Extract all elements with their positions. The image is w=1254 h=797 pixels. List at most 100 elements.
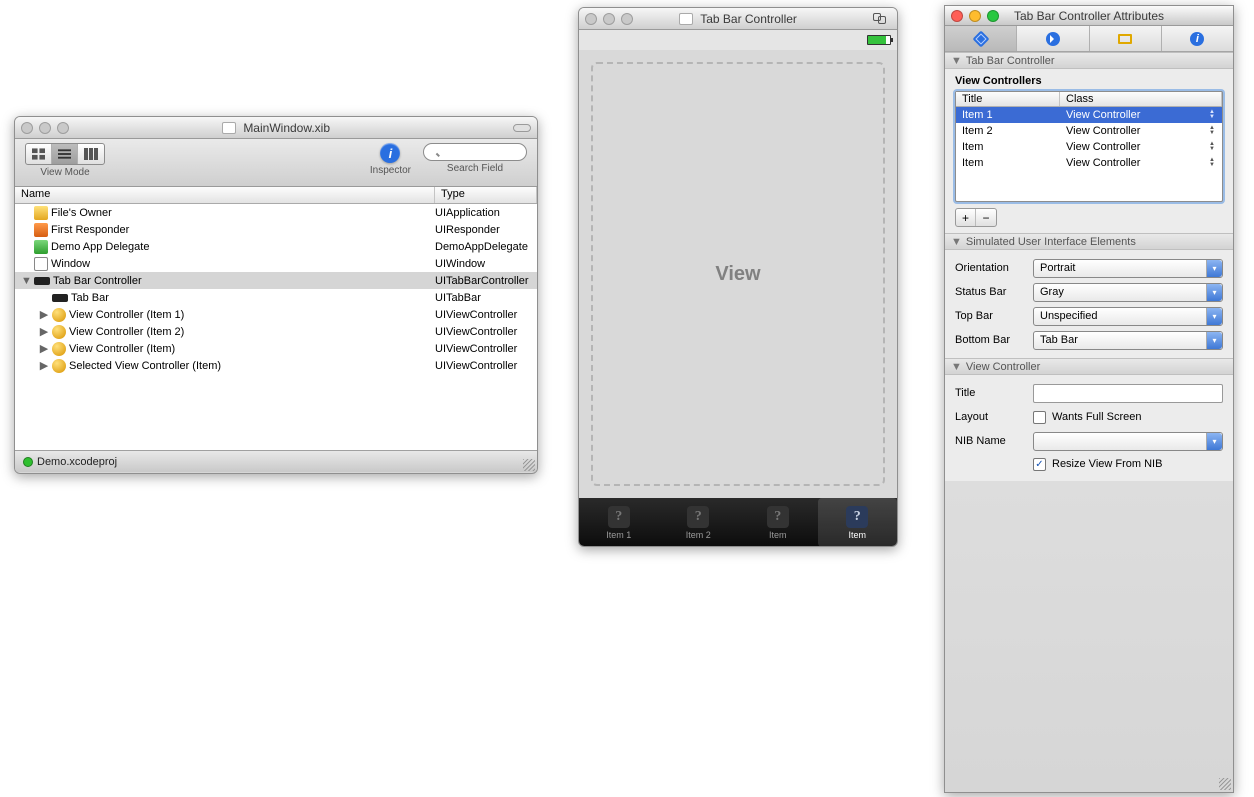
view-mode-icon-button[interactable] [26,144,52,164]
resize-grip[interactable] [523,459,535,471]
row-type: UITabBar [435,292,537,304]
view-mode-column-button[interactable] [78,144,104,164]
topbar-popup[interactable]: Unspecified▾ [1033,307,1223,326]
tab-icon: ? [846,506,868,528]
nib-name-combobox[interactable]: ▾ [1033,432,1223,451]
minimize-button[interactable] [39,122,51,134]
section-view-controller[interactable]: ▼ View Controller [945,358,1233,375]
outline-row[interactable]: ▶View Controller (Item 1)UIViewControlle… [15,306,537,323]
tab-identity[interactable]: i [1162,26,1233,51]
vc-table-row[interactable]: Item 1View Controller▲▼ [956,107,1222,123]
resize-grip[interactable] [1219,778,1231,790]
tab-item[interactable]: ?Item 1 [579,498,659,547]
close-button[interactable] [21,122,33,134]
inspector-button[interactable]: i [380,143,400,163]
outline-row[interactable]: ▶File's OwnerUIApplication [15,204,537,221]
vc-col-class[interactable]: Class [1060,92,1222,106]
project-status-icon [23,457,33,467]
orientation-popup[interactable]: Portrait▾ [1033,259,1223,278]
class-stepper[interactable]: ▲▼ [1206,142,1218,152]
outline-row[interactable]: ▶First ResponderUIResponder [15,221,537,238]
disclosure-triangle[interactable]: ▶ [39,325,49,338]
size-icon [1118,34,1132,44]
search-input[interactable] [423,143,527,161]
traffic-lights [21,122,69,134]
outline-row[interactable]: ▶View Controller (Item)UIViewController [15,340,537,357]
tab-icon: ? [767,506,789,528]
tab-bar: ?Item 1?Item 2?Item?Item [579,498,897,547]
view-mode-list-button[interactable] [52,144,78,164]
close-button[interactable] [951,10,963,22]
row-type: UITabBarController [435,275,537,287]
row-name: First Responder [51,224,129,236]
orientation-label: Orientation [955,262,1033,274]
canvas[interactable]: View [579,50,897,498]
vc-title-field[interactable] [1033,384,1223,403]
inspector-window: Tab Bar Controller Attributes i ▼ Tab Ba… [944,5,1234,793]
row-icon [52,342,66,356]
row-icon [52,359,66,373]
row-icon [34,277,50,285]
vc-col-title[interactable]: Title [956,92,1060,106]
outline-row[interactable]: ▼Tab Bar ControllerUITabBarController [15,272,537,289]
ios-status-bar [579,30,897,50]
outline-row[interactable]: ▶View Controller (Item 2)UIViewControlle… [15,323,537,340]
view-placeholder[interactable]: View [591,62,885,486]
class-stepper[interactable]: ▲▼ [1206,110,1218,120]
class-stepper[interactable]: ▲▼ [1206,126,1218,136]
document-proxy-icon [679,13,693,25]
titlebar[interactable]: Tab Bar Controller Attributes [945,6,1233,26]
vc-nib-label: NIB Name [955,435,1033,447]
tab-label: Item 2 [686,530,711,540]
view-mode-label: View Mode [40,167,89,178]
tab-size[interactable] [1090,26,1162,51]
disclosure-triangle[interactable]: ▶ [39,342,49,355]
minimize-button[interactable] [603,13,615,25]
statusbar-label: Status Bar [955,286,1033,298]
titlebar[interactable]: Tab Bar Controller [579,8,897,30]
outline-view[interactable]: ▶File's OwnerUIApplication▶First Respond… [15,204,537,450]
tab-item[interactable]: ?Item [738,498,818,547]
bottombar-label: Bottom Bar [955,334,1033,346]
toolbar-toggle-pill[interactable] [513,124,531,132]
row-type: UIViewController [435,343,537,355]
column-type-header[interactable]: Type [435,187,537,203]
titlebar[interactable]: MainWindow.xib [15,117,537,139]
remove-button[interactable]: − [976,209,996,226]
close-button[interactable] [585,13,597,25]
disclosure-icon: ▼ [951,55,962,67]
outline-row[interactable]: ▶Selected View Controller (Item)UIViewCo… [15,357,537,374]
vc-table-row[interactable]: Item 2View Controller▲▼ [956,123,1222,139]
minimize-button[interactable] [969,10,981,22]
tab-label: Item 1 [606,530,631,540]
tab-item[interactable]: ?Item 2 [659,498,739,547]
zoom-button[interactable] [621,13,633,25]
outline-row[interactable]: ▶Demo App DelegateDemoAppDelegate [15,238,537,255]
disclosure-triangle[interactable]: ▼ [21,275,31,287]
tab-item[interactable]: ?Item [818,498,898,547]
vc-table-row[interactable]: ItemView Controller▲▼ [956,139,1222,155]
tab-connections[interactable] [1017,26,1089,51]
view-mode-group: View Mode [25,143,105,178]
disclosure-triangle[interactable]: ▶ [39,359,49,372]
tab-attributes[interactable] [945,26,1017,51]
outline-row[interactable]: ▶WindowUIWindow [15,255,537,272]
vc-row-class: View Controller [1060,125,1206,137]
disclosure-triangle[interactable]: ▶ [39,308,49,321]
section-tab-bar-controller[interactable]: ▼ Tab Bar Controller [945,52,1233,69]
statusbar-popup[interactable]: Gray▾ [1033,283,1223,302]
connections-icon [1046,32,1060,46]
zoom-button[interactable] [987,10,999,22]
link-icon[interactable] [873,13,887,23]
class-stepper[interactable]: ▲▼ [1206,158,1218,168]
wants-full-screen-checkbox[interactable] [1033,411,1046,424]
section-simulated-ui[interactable]: ▼ Simulated User Interface Elements [945,233,1233,250]
column-name-header[interactable]: Name [15,187,435,203]
outline-row[interactable]: ▶Tab BarUITabBar [15,289,537,306]
bottombar-popup[interactable]: Tab Bar▾ [1033,331,1223,350]
add-button[interactable]: + [956,209,976,226]
section-body: View Controllers Title Class Item 1View … [945,69,1233,233]
vc-table-row[interactable]: ItemView Controller▲▼ [956,155,1222,171]
resize-view-checkbox[interactable]: ✓ [1033,458,1046,471]
zoom-button[interactable] [57,122,69,134]
